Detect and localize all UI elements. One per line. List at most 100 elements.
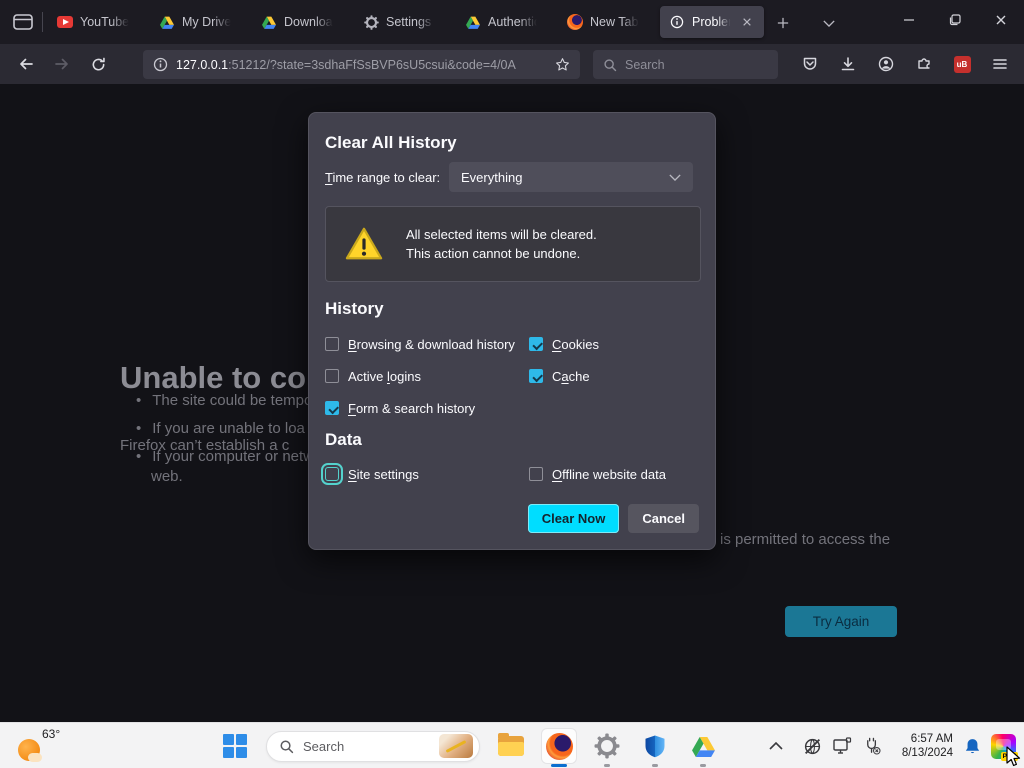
checkbox-cookies[interactable]: Cookies	[529, 334, 599, 354]
bookmark-star-icon[interactable]	[555, 57, 570, 72]
downloads-icon[interactable]	[834, 50, 862, 78]
checkbox-label: Cache	[552, 368, 590, 384]
forward-button[interactable]	[48, 50, 76, 78]
tab-label: New Tab	[590, 15, 639, 29]
history-section-heading: History	[325, 299, 384, 318]
weather-widget[interactable]: 63°	[16, 727, 86, 765]
tab-bar: YouTube My Drive - Download Settings Aut…	[0, 0, 1024, 44]
checkbox-cache[interactable]: Cache	[529, 366, 590, 386]
error-bullet-2: If you are unable to loa	[136, 420, 305, 437]
tab-label: Settings	[386, 15, 432, 29]
tab-my-drive[interactable]: My Drive -	[150, 6, 242, 38]
dialog-title: Clear All History	[325, 133, 457, 152]
tab-strip: YouTube My Drive - Download Settings Aut…	[48, 6, 764, 38]
checkbox-offline-website-data[interactable]: Offline website data	[529, 464, 666, 484]
weather-temp: 63°	[42, 727, 61, 741]
tab-close-icon[interactable]	[739, 14, 755, 30]
extensions-puzzle-icon[interactable]	[910, 50, 938, 78]
search-icon	[279, 739, 294, 754]
checkbox-label: Active logins	[348, 368, 421, 384]
tab-problem-active[interactable]: Problem	[660, 6, 764, 38]
power-disconnected-icon[interactable]	[861, 735, 883, 757]
new-tab-button[interactable]	[772, 12, 794, 34]
firefox-taskbar-button[interactable]	[542, 729, 576, 767]
checkbox[interactable]	[325, 337, 339, 351]
taskbar-center: Search	[218, 729, 720, 767]
notification-bell-icon[interactable]	[961, 735, 983, 757]
checkbox-label: Offline website data	[552, 466, 666, 482]
firefox-view-button[interactable]	[11, 12, 35, 32]
tab-settings[interactable]: Settings	[354, 6, 446, 38]
google-drive-taskbar-button[interactable]	[686, 729, 720, 767]
running-app-indicator	[604, 764, 610, 767]
checkbox[interactable]	[529, 369, 543, 383]
url-bar[interactable]: 127.0.0.1:51212/?state=3sdhaFfSsBVP6sU5c…	[143, 50, 580, 79]
checkbox-browsing-download-history[interactable]: Browsing & download history	[325, 334, 515, 354]
no-internet-icon[interactable]	[801, 735, 823, 757]
checkbox[interactable]	[325, 369, 339, 383]
checkbox-label: Cookies	[552, 336, 599, 352]
time-range-select[interactable]: Everything	[449, 162, 693, 192]
checkbox[interactable]	[529, 337, 543, 351]
display-icon[interactable]	[831, 735, 853, 757]
tab-separator	[42, 12, 43, 32]
warning-box: All selected items will be cleared. This…	[325, 206, 701, 282]
tray-expand-chevron-icon[interactable]	[765, 735, 787, 757]
tab-label: Download	[284, 15, 335, 29]
checkbox[interactable]	[325, 401, 339, 415]
search-highlight-image	[439, 734, 473, 758]
youtube-icon	[57, 14, 73, 30]
time-range-value: Everything	[461, 169, 523, 185]
error-bullet-3-right-fragment: is permitted to access the	[720, 531, 891, 548]
file-explorer-button[interactable]	[494, 729, 528, 763]
cancel-button[interactable]: Cancel	[628, 504, 699, 533]
close-button[interactable]	[978, 0, 1024, 40]
back-button[interactable]	[12, 50, 40, 78]
checkbox-site-settings[interactable]: Site settings	[321, 463, 419, 485]
active-app-indicator	[551, 764, 567, 767]
checkbox-active-logins[interactable]: Active logins	[325, 366, 421, 386]
taskbar-search-placeholder: Search	[303, 738, 345, 754]
warning-icon	[344, 226, 384, 262]
error-page-title: Unable to co	[120, 360, 307, 395]
clear-now-button[interactable]: Clear Now	[527, 504, 620, 533]
error-bullet-3: If your computer or netw	[136, 448, 314, 465]
navigation-toolbar: 127.0.0.1:51212/?state=3sdhaFfSsBVP6sU5c…	[0, 44, 1024, 84]
taskbar-clock[interactable]: 6:57 AM 8/13/2024	[891, 732, 953, 760]
running-app-indicator	[652, 764, 658, 767]
checkbox-focused[interactable]	[321, 463, 343, 485]
weather-icon	[18, 739, 42, 762]
google-drive-icon	[159, 14, 175, 30]
try-again-button[interactable]: Try Again	[785, 606, 897, 637]
shield-icon	[643, 734, 667, 758]
account-icon[interactable]	[872, 50, 900, 78]
list-tabs-button[interactable]	[818, 12, 840, 34]
tab-youtube[interactable]: YouTube	[48, 6, 140, 38]
app-menu-icon[interactable]	[986, 50, 1014, 78]
firefox-icon	[545, 732, 573, 760]
search-bar[interactable]: Search	[593, 50, 778, 79]
toolbar-icons: uB	[796, 50, 1014, 78]
defender-taskbar-button[interactable]	[638, 729, 672, 767]
reload-button[interactable]	[84, 50, 112, 78]
google-drive-icon	[465, 14, 481, 30]
time-range-label: Time range to clear:	[325, 170, 441, 185]
gear-icon	[363, 14, 379, 30]
start-button[interactable]	[218, 729, 252, 763]
tab-new-tab[interactable]: New Tab	[558, 6, 650, 38]
site-info-icon[interactable]	[153, 57, 168, 72]
search-placeholder: Search	[625, 57, 665, 72]
warning-text: All selected items will be cleared. This…	[406, 227, 597, 261]
tab-download[interactable]: Download	[252, 6, 344, 38]
checkbox[interactable]	[529, 467, 543, 481]
checkbox-form-search-history[interactable]: Form & search history	[325, 398, 475, 418]
minimize-button[interactable]	[886, 0, 932, 40]
error-bullet-1: The site could be tempo	[136, 392, 312, 409]
ublock-origin-icon[interactable]: uB	[948, 50, 976, 78]
settings-taskbar-button[interactable]	[590, 729, 624, 767]
restore-button[interactable]	[932, 0, 978, 40]
info-icon	[669, 14, 685, 30]
pocket-icon[interactable]	[796, 50, 824, 78]
tab-authenticator[interactable]: Authentica	[456, 6, 548, 38]
taskbar-search[interactable]: Search	[266, 730, 480, 762]
